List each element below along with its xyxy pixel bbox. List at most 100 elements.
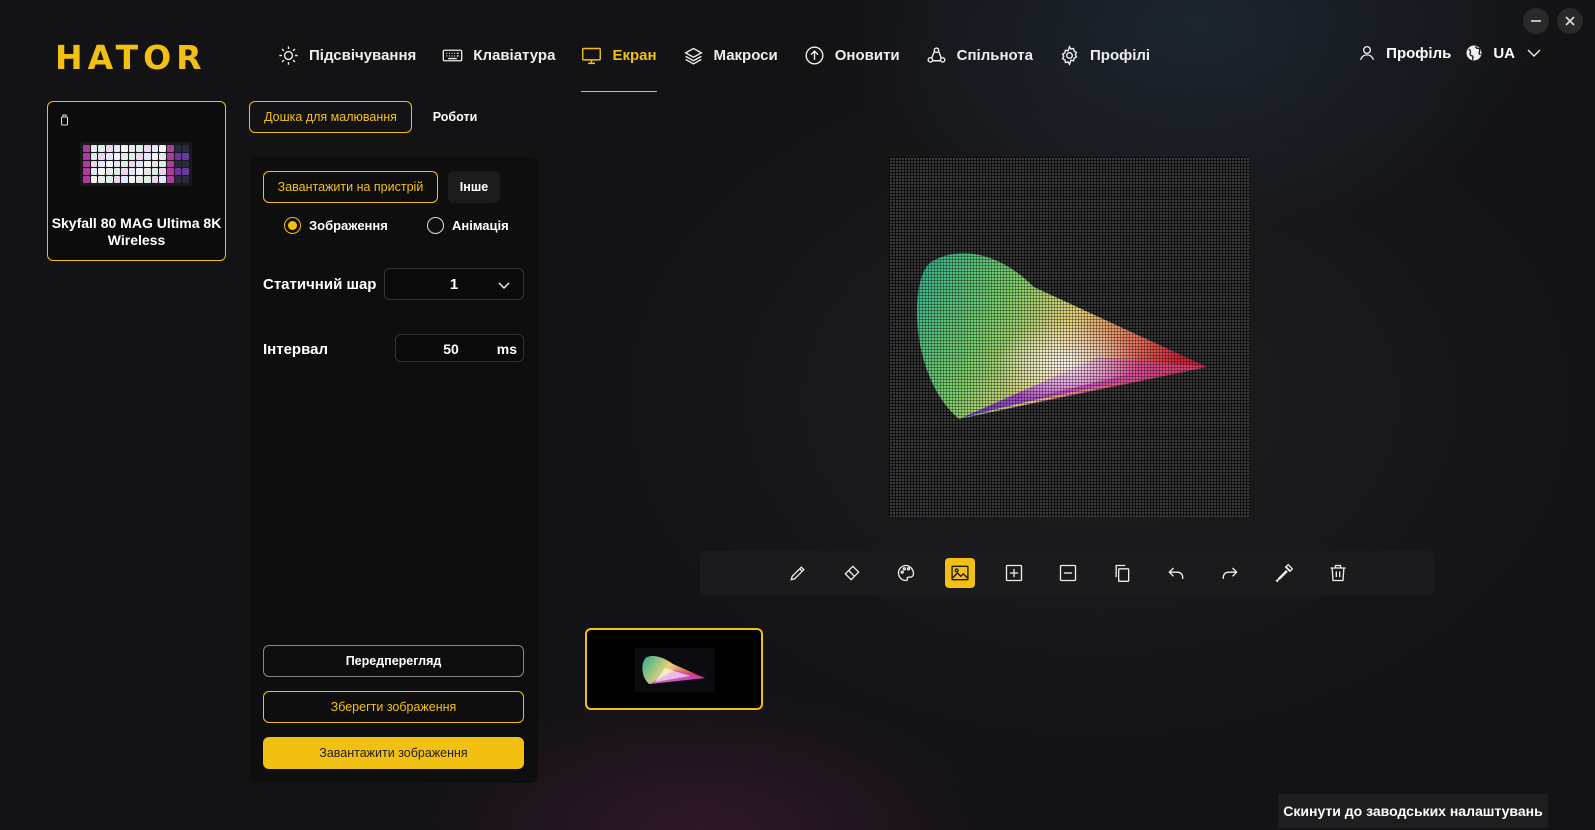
window-controls — [1523, 8, 1583, 34]
radio-image[interactable]: Зображення — [284, 217, 388, 234]
key — [113, 160, 121, 168]
zoom-in-tool[interactable] — [999, 558, 1029, 588]
nav-community[interactable]: Спільнота — [926, 40, 1033, 70]
key — [83, 176, 90, 183]
nav-profiles[interactable]: Профілі — [1059, 40, 1150, 70]
key — [136, 145, 144, 152]
frame-thumbnail[interactable] — [585, 628, 763, 710]
other-button[interactable]: Інше — [448, 171, 500, 203]
palette-tool[interactable] — [891, 558, 921, 588]
interval-input[interactable]: 50 ms — [395, 334, 524, 362]
radio-animation-label: Анімація — [452, 218, 509, 233]
key — [128, 176, 136, 183]
hator-logo: HATOR — [55, 38, 207, 77]
key — [90, 152, 98, 160]
tab-drawing-board[interactable]: Дошка для малювання — [249, 101, 412, 133]
key — [182, 168, 189, 176]
key — [144, 168, 151, 176]
key — [151, 176, 159, 183]
nav-community-label: Спільнота — [956, 46, 1033, 64]
key — [121, 145, 128, 152]
device-card[interactable]: Skyfall 80 MAG Ultima 8K Wireless — [47, 101, 226, 261]
sun-icon — [279, 45, 298, 65]
radio-animation-indicator[interactable] — [427, 217, 444, 234]
key — [113, 152, 121, 160]
upload-to-device-button[interactable]: Завантажити на пристрій — [263, 171, 438, 203]
key — [167, 152, 174, 160]
key — [159, 168, 167, 176]
zoom-out-tool[interactable] — [1053, 558, 1083, 588]
key — [113, 176, 121, 183]
key — [128, 145, 136, 152]
key — [105, 168, 113, 176]
nav-update[interactable]: Оновити — [804, 40, 900, 70]
redo-tool[interactable] — [1215, 558, 1245, 588]
key — [90, 160, 98, 168]
key — [151, 160, 159, 168]
language-select[interactable]: UA — [1465, 44, 1543, 62]
static-layer-select[interactable]: 1 — [384, 268, 524, 300]
preview-button[interactable]: Передперегляд — [263, 645, 524, 677]
interval-label: Інтервал — [263, 341, 328, 358]
zoom-out-icon — [1059, 564, 1076, 582]
eyedropper-tool[interactable] — [1269, 558, 1299, 588]
close-icon[interactable] — [1557, 8, 1583, 34]
key — [136, 176, 144, 183]
language-label: UA — [1493, 44, 1515, 62]
key — [90, 145, 98, 152]
key — [182, 160, 189, 168]
minus-icon[interactable] — [1523, 8, 1549, 34]
community-icon — [927, 46, 946, 63]
settings-panel: Завантажити на пристрій Інше Зображення … — [249, 157, 538, 783]
key — [159, 145, 167, 152]
key — [159, 152, 167, 160]
key — [105, 152, 113, 160]
key — [105, 145, 113, 152]
copy-icon — [1115, 564, 1129, 582]
pencil-tool[interactable] — [783, 558, 813, 588]
key — [136, 152, 144, 160]
nav-keyboard[interactable]: Клавіатура — [442, 40, 555, 70]
nav-macros-label: Макроси — [713, 46, 778, 64]
trash-tool[interactable] — [1323, 558, 1353, 588]
nav-screen[interactable]: Екран — [581, 40, 657, 92]
usb-icon — [61, 114, 68, 126]
eraser-icon — [843, 565, 860, 581]
thumbnail-image — [635, 648, 715, 692]
nav-macros[interactable]: Макроси — [683, 40, 778, 70]
key — [174, 160, 182, 168]
key — [113, 168, 121, 176]
profile-button[interactable]: Профіль — [1358, 44, 1451, 62]
image-tool[interactable] — [944, 558, 975, 588]
nav-lighting[interactable]: Підсвічування — [278, 40, 416, 70]
key — [128, 152, 136, 160]
key — [174, 152, 182, 160]
chevron-down-icon — [1527, 49, 1541, 57]
key — [151, 168, 159, 176]
copy-tool[interactable] — [1107, 558, 1137, 588]
key — [121, 160, 128, 168]
layers-icon — [683, 47, 703, 65]
load-image-button[interactable]: Завантажити зображення — [263, 737, 524, 769]
radio-image-label: Зображення — [309, 218, 388, 233]
drawing-canvas[interactable] — [889, 157, 1249, 517]
pencil-icon — [789, 566, 805, 581]
eraser-tool[interactable] — [837, 558, 867, 588]
key — [83, 152, 90, 160]
nav-profiles-label: Профілі — [1090, 46, 1151, 64]
factory-reset-button[interactable]: Скинути до заводських налаштувань — [1278, 794, 1548, 828]
globe-icon — [1466, 45, 1482, 61]
gear-icon — [1061, 44, 1078, 66]
radio-image-indicator[interactable] — [284, 217, 301, 234]
save-image-button[interactable]: Зберегти зображення — [263, 691, 524, 723]
key — [159, 160, 167, 168]
key — [90, 176, 98, 183]
radio-animation[interactable]: Анімація — [427, 217, 509, 234]
header-right: Профіль UA — [1358, 44, 1543, 62]
key — [121, 168, 128, 176]
keyboard-image — [80, 142, 192, 186]
tab-works[interactable]: Роботи — [420, 101, 490, 133]
undo-tool[interactable] — [1161, 558, 1191, 588]
undo-icon — [1167, 567, 1183, 579]
profile-label: Профіль — [1386, 44, 1452, 62]
